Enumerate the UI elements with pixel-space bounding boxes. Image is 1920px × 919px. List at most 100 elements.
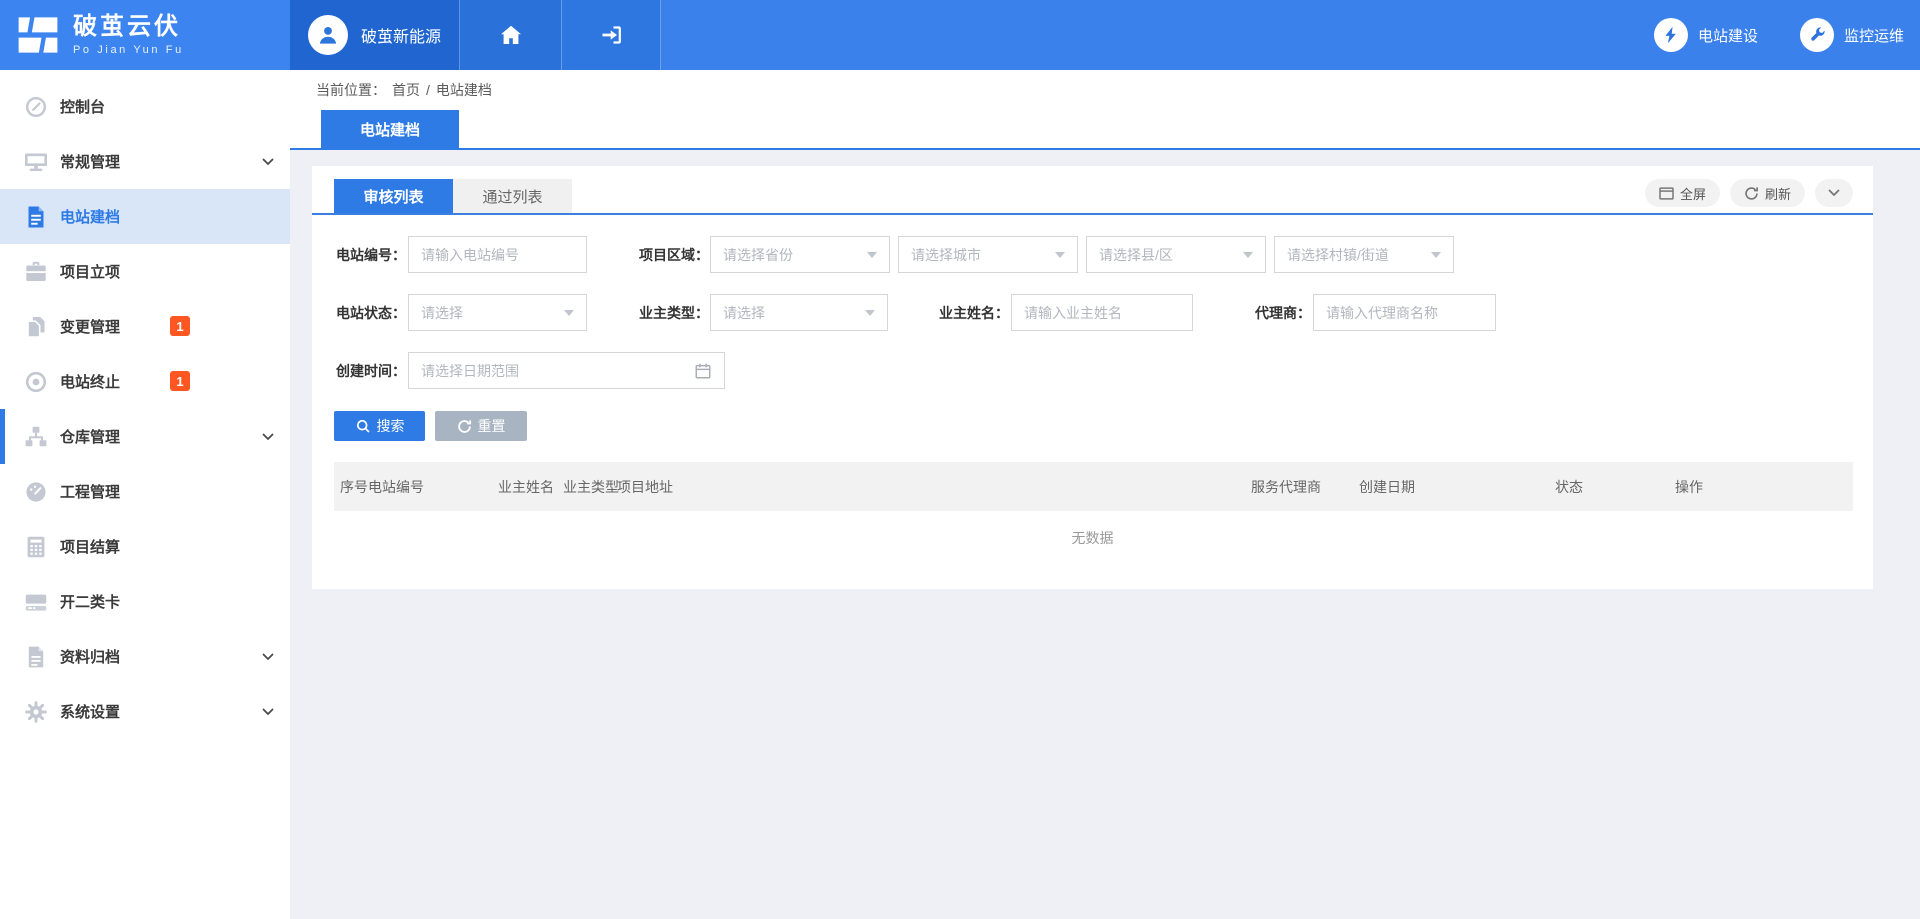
page-tabstrip: 电站建档 [290, 110, 1920, 150]
chevron-down-icon [262, 158, 274, 166]
station-no-input[interactable] [408, 236, 587, 273]
sidebar-item-project-settlement[interactable]: 项目结算 [0, 519, 290, 574]
search-icon [355, 418, 371, 434]
sidebar-item-warehouse-management[interactable]: 仓库管理 [0, 409, 290, 464]
region-county-select[interactable]: 请选择县/区 [1086, 236, 1266, 273]
card-icon [24, 590, 48, 614]
region-town-select[interactable]: 请选择村镇/街道 [1274, 236, 1454, 273]
calculator-icon [24, 535, 48, 559]
caret-down-icon [1055, 252, 1065, 258]
topbar-modules: 电站建设 监控运维 [1654, 0, 1920, 70]
sidebar-item-general-management[interactable]: 常规管理 [0, 134, 290, 189]
sidebar-item-data-archive[interactable]: 资料归档 [0, 629, 290, 684]
breadcrumb-home-link[interactable]: 首页 [392, 80, 420, 100]
sidebar-item-console[interactable]: 控制台 [0, 79, 290, 134]
breadcrumb-current: 电站建档 [436, 80, 492, 100]
sidebar-item-system-settings[interactable]: 系统设置 [0, 684, 290, 739]
tab-review-list[interactable]: 审核列表 [334, 179, 453, 213]
fullscreen-icon [1659, 187, 1674, 200]
monitor-icon [24, 150, 48, 174]
agent-label: 代理商： [1240, 303, 1311, 323]
topbar: 破茧云伏 Po Jian Yun Fu 破茧新能源 电站建设 监控运维 [0, 0, 1920, 70]
copy-icon [24, 315, 48, 339]
create-time-label: 创建时间： [334, 361, 406, 381]
sidebar-item-second-class-card[interactable]: 开二类卡 [0, 574, 290, 629]
page-tab-station-filing[interactable]: 电站建档 [321, 110, 459, 148]
brand-title: 破茧云伏 [73, 15, 184, 39]
sitemap-icon [24, 425, 48, 449]
agent-input[interactable] [1313, 294, 1496, 331]
notification-badge: 1 [170, 316, 190, 336]
refresh-button[interactable]: 刷新 [1730, 179, 1805, 207]
card-toolbar: 全屏 刷新 [1645, 179, 1853, 207]
avatar [308, 15, 348, 55]
table-header: 序号电站编号业主姓名业主类型项目地址服务代理商创建日期状态操作 [334, 462, 1853, 511]
calendar-icon [694, 362, 712, 380]
caret-down-icon [867, 252, 877, 258]
logout-button[interactable] [562, 0, 661, 70]
column-header: 序号 [334, 477, 368, 497]
sidebar-item-project-initiation[interactable]: 项目立项 [0, 244, 290, 299]
search-button[interactable]: 搜索 [334, 411, 425, 441]
tab-passed-list[interactable]: 通过列表 [453, 179, 572, 213]
caret-down-icon [1243, 252, 1253, 258]
sidebar-item-engineering-management[interactable]: 工程管理 [0, 464, 290, 519]
region-province-select[interactable]: 请选择省份 [710, 236, 890, 273]
chevron-down-icon [262, 653, 274, 661]
column-header: 操作 [1675, 477, 1853, 497]
station-status-label: 电站状态： [334, 303, 406, 323]
sidebar-item-station-filing[interactable]: 电站建档 [0, 189, 290, 244]
column-header: 项目地址 [617, 477, 1251, 497]
card-header: 审核列表通过列表 全屏 刷新 [312, 166, 1873, 215]
column-header: 创建日期 [1359, 477, 1555, 497]
home-button[interactable] [460, 0, 562, 70]
column-header: 状态 [1555, 477, 1675, 497]
notification-badge: 1 [170, 371, 190, 391]
lightning-icon [1654, 18, 1688, 52]
region-label: 项目区域： [639, 245, 707, 265]
caret-down-icon [865, 310, 875, 316]
sidebar-item-station-termination[interactable]: 电站终止1 [0, 354, 290, 409]
briefcase-icon [24, 260, 48, 284]
module-monitoring-ops[interactable]: 监控运维 [1800, 18, 1904, 52]
owner-name-label: 业主姓名： [939, 303, 1009, 323]
reset-icon [457, 419, 472, 434]
gauge-icon [24, 480, 48, 504]
dashboard-icon [24, 95, 48, 119]
station-status-select[interactable]: 请选择 [408, 294, 587, 331]
user-segment[interactable]: 破茧新能源 [290, 0, 460, 70]
company-name: 破茧新能源 [361, 23, 441, 47]
chevron-down-icon [262, 433, 274, 441]
column-header: 业主类型 [563, 477, 617, 497]
owner-name-input[interactable] [1011, 294, 1193, 331]
sidebar-item-change-management[interactable]: 变更管理1 [0, 299, 290, 354]
gear-icon [24, 700, 48, 724]
brand-logo: 破茧云伏 Po Jian Yun Fu [0, 0, 290, 70]
logout-icon [600, 25, 622, 45]
refresh-icon [1744, 186, 1759, 201]
fullscreen-button[interactable]: 全屏 [1645, 179, 1720, 207]
date-range-input[interactable]: 请选择日期范围 [408, 352, 725, 389]
wrench-icon [1800, 18, 1834, 52]
caret-down-icon [564, 310, 574, 316]
brand-logo-icon [16, 15, 60, 55]
module-station-construction[interactable]: 电站建设 [1654, 18, 1758, 52]
collapse-toolbar-button[interactable] [1815, 179, 1853, 207]
owner-type-label: 业主类型： [639, 303, 707, 323]
content-card: 审核列表通过列表 全屏 刷新 [312, 166, 1873, 589]
breadcrumb: 当前位置： 首页 / 电站建档 [290, 70, 1920, 110]
owner-type-select[interactable]: 请选择 [710, 294, 888, 331]
breadcrumb-prefix: 当前位置： [316, 80, 386, 100]
column-header: 业主姓名 [498, 477, 563, 497]
chevron-down-icon [262, 708, 274, 716]
region-selects: 请选择省份请选择城市请选择县/区请选择村镇/街道 [710, 236, 1454, 273]
list-tabs: 审核列表通过列表 [334, 179, 1853, 213]
caret-down-icon [1431, 252, 1441, 258]
archive-icon [24, 645, 48, 669]
breadcrumb-separator: / [426, 82, 430, 98]
filter-form: 电站编号： 项目区域： 请选择省份请选择城市请选择县/区请选择村镇/街道 电站状… [312, 215, 1873, 389]
main-content: 当前位置： 首页 / 电站建档 电站建档 审核列表通过列表 全屏 [290, 70, 1920, 919]
reset-button[interactable]: 重置 [435, 411, 527, 441]
region-city-select[interactable]: 请选择城市 [898, 236, 1078, 273]
column-header: 电站编号 [368, 477, 498, 497]
